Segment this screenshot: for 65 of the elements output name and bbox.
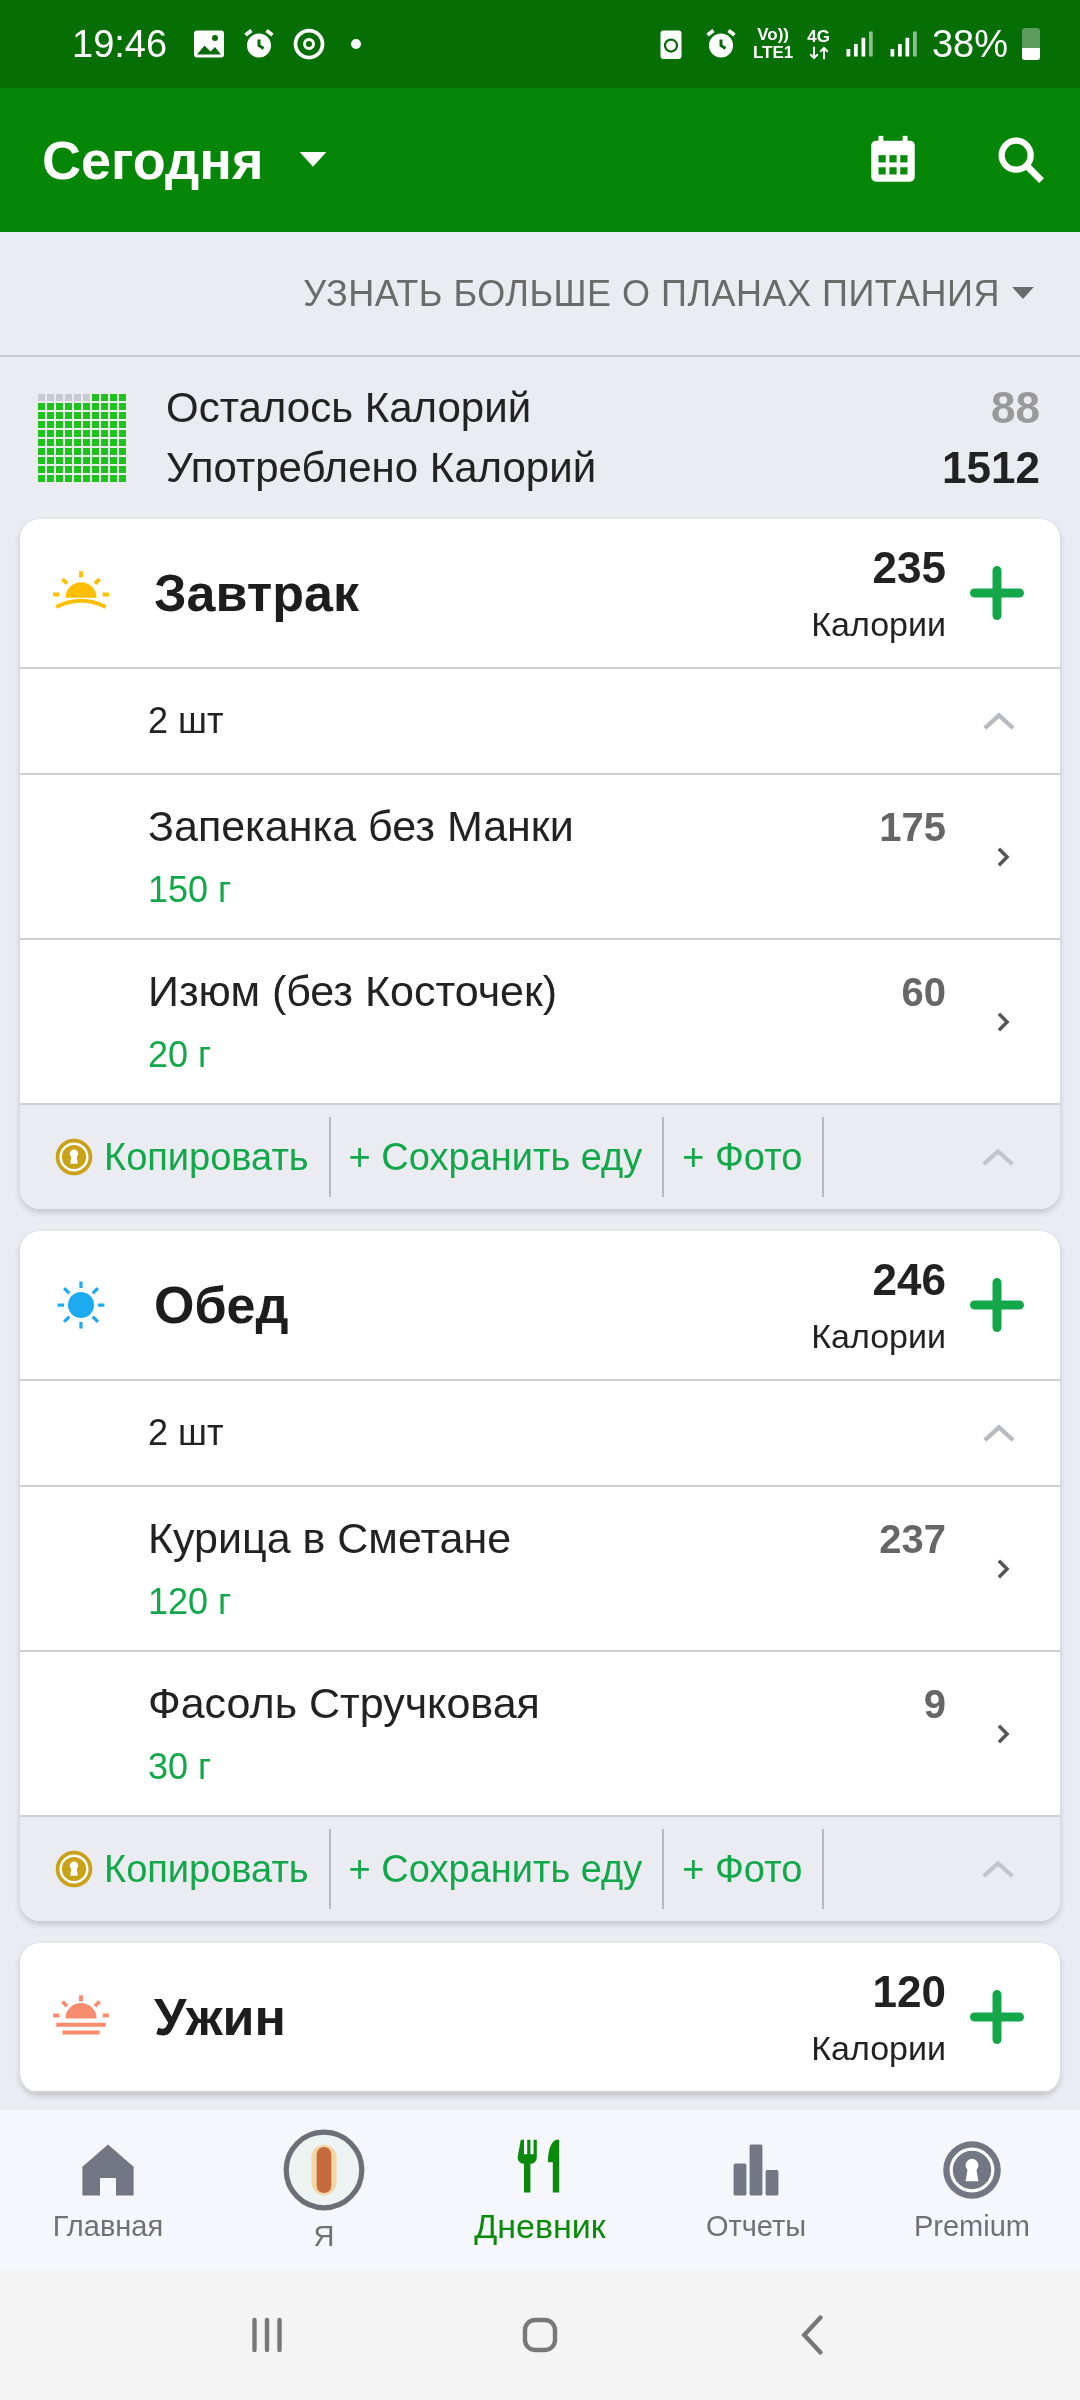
- chevron-icon[interactable]: [982, 1423, 1016, 1443]
- chevron-right-icon: [996, 1010, 1010, 1033]
- food-row[interactable]: Запеканка без Манки 150 г 175: [20, 775, 1060, 940]
- item-count: 2 шт: [148, 1412, 224, 1454]
- food-row[interactable]: Курица в Сметане 120 г 237: [20, 1487, 1060, 1652]
- meal-title: Ужин: [154, 1987, 287, 2047]
- meal-action-button[interactable]: + Фото: [682, 1135, 803, 1179]
- food-name: Запеканка без Манки: [148, 802, 575, 851]
- calories-unit: Калории: [811, 604, 946, 644]
- nav-tab[interactable]: Главная: [0, 2115, 216, 2265]
- meal-title: Завтрак: [154, 563, 360, 623]
- meal-plans-link[interactable]: УЗНАТЬ БОЛЬШЕ О ПЛАНАХ ПИТАНИЯ: [297, 271, 1040, 316]
- premium-lock-icon: [54, 1137, 94, 1177]
- date-dropdown[interactable]: Сегодня: [42, 129, 328, 191]
- battery-icon: [1022, 28, 1040, 60]
- avatar-icon: [282, 2127, 366, 2212]
- food-calories: 9: [923, 1682, 946, 1727]
- food-calories: 175: [879, 805, 946, 850]
- calories-unit: Калории: [811, 1316, 946, 1356]
- calories-value: 88: [991, 383, 1040, 433]
- dropdown-caret-icon: [299, 152, 328, 168]
- chevron-icon[interactable]: [982, 711, 1016, 731]
- nav-tab[interactable]: Я: [216, 2115, 432, 2265]
- item-count: 2 шт: [148, 700, 224, 742]
- food-amount: 150 г: [148, 869, 233, 911]
- food-name: Изюм (без Косточек): [148, 967, 559, 1016]
- network-label: 4G: [807, 28, 830, 46]
- meal-action-button[interactable]: Копировать: [104, 1135, 309, 1179]
- meal-calories: 235: [872, 542, 946, 593]
- nav-tab[interactable]: Отчеты: [648, 2115, 864, 2265]
- add-icon[interactable]: [970, 1990, 1024, 2044]
- meal-action-button[interactable]: + Сохранить еду: [348, 1847, 643, 1891]
- food-name: Курица в Сметане: [148, 1514, 513, 1563]
- food-calories: 60: [901, 970, 946, 1015]
- dropdown-caret-icon: [1012, 287, 1034, 300]
- calories-label: Употреблено Калорий: [166, 444, 597, 492]
- data-arrows-icon: [808, 46, 829, 60]
- food-name: Фасоль Стручковая: [148, 1679, 541, 1728]
- volte-label: Vo)): [757, 26, 789, 44]
- lte-label: LTE1: [752, 44, 794, 62]
- chevron-right-icon: [996, 1722, 1010, 1745]
- chevron-right-icon: [996, 1557, 1010, 1580]
- add-icon[interactable]: [970, 1278, 1024, 1332]
- meal-action-button[interactable]: Копировать: [104, 1847, 309, 1891]
- meal-calories: 246: [872, 1254, 946, 1305]
- meal-action-button[interactable]: + Фото: [682, 1847, 803, 1891]
- battery-percent: 38%: [931, 22, 1008, 66]
- meal-action-button[interactable]: + Сохранить еду: [348, 1135, 643, 1179]
- calories-unit: Калории: [811, 2028, 946, 2068]
- calorie-grid-icon: [38, 394, 126, 482]
- nav-tab[interactable]: Дневник: [432, 2115, 648, 2265]
- meal-calories: 120: [872, 1966, 946, 2017]
- add-icon[interactable]: [970, 566, 1024, 620]
- food-amount: 30 г: [148, 1746, 213, 1788]
- chevron-right-icon: [996, 845, 1010, 868]
- premium-lock-icon: [54, 1849, 94, 1889]
- food-amount: 20 г: [148, 1034, 213, 1076]
- nav-tab[interactable]: Premium: [864, 2115, 1080, 2265]
- clock-time: 19:46: [72, 22, 168, 66]
- notification-dot-icon: [351, 39, 362, 49]
- calories-label: Осталось Калорий: [166, 384, 532, 432]
- food-calories: 237: [879, 1517, 946, 1562]
- food-amount: 120 г: [148, 1581, 233, 1623]
- calories-value: 1512: [942, 443, 1040, 493]
- meal-title: Обед: [154, 1275, 290, 1335]
